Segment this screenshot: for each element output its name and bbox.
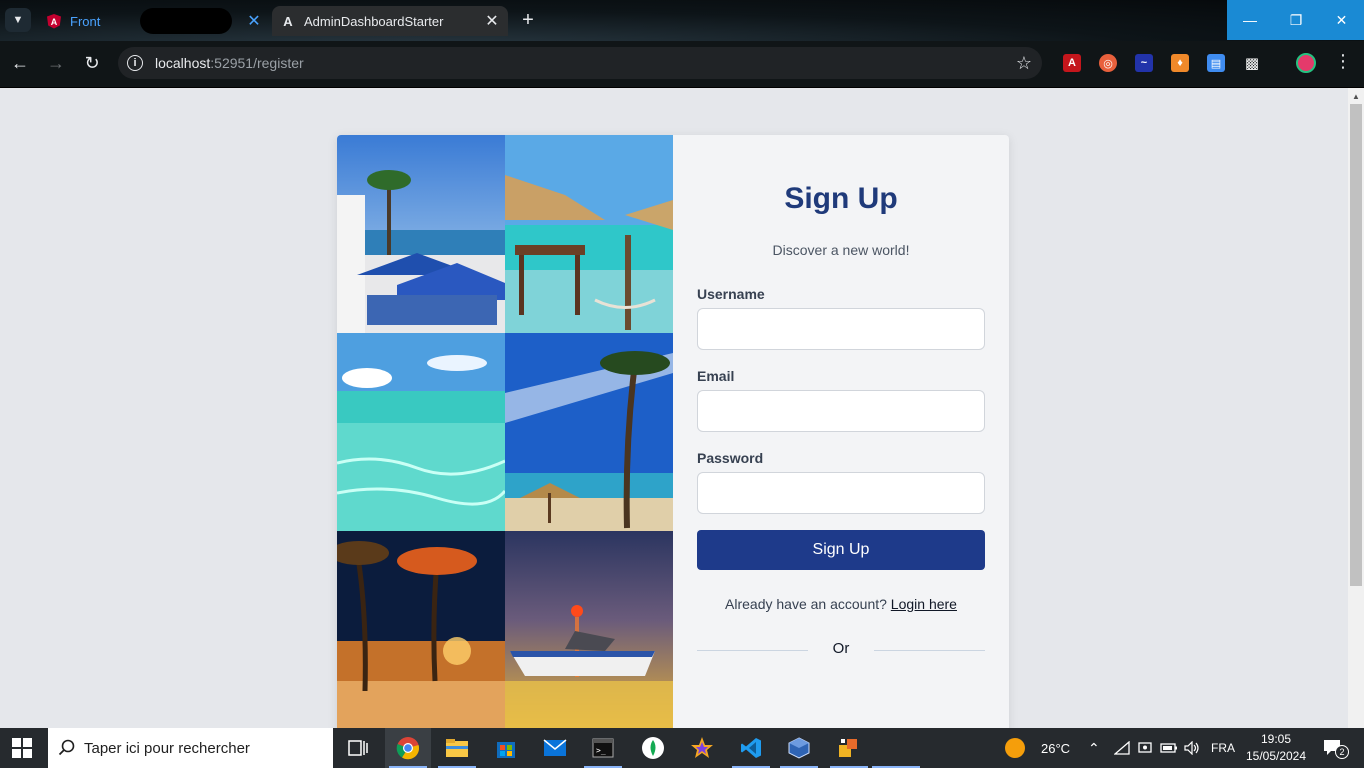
svg-text:A: A bbox=[283, 14, 293, 29]
profile-avatar-icon[interactable] bbox=[1296, 53, 1316, 73]
app-icon-toolbox[interactable] bbox=[826, 728, 872, 768]
display-icon[interactable] bbox=[1138, 728, 1152, 768]
notifications-icon[interactable]: 2 bbox=[1322, 738, 1349, 759]
browser-tab-bar: ▼ A Front ✕ A AdminDashboardStarter ✕ + … bbox=[0, 0, 1364, 41]
page-title: Sign Up bbox=[784, 182, 898, 215]
login-prompt: Already have an account? Login here bbox=[697, 596, 985, 612]
show-hidden-icons-chevron-icon[interactable]: ⌃ bbox=[1088, 728, 1100, 768]
input-language[interactable]: FRA bbox=[1211, 728, 1235, 768]
restore-window-icon[interactable]: ❐ bbox=[1273, 0, 1319, 40]
browser-toolbar: ← → ↻ i localhost:52951/register ☆ A ◎ ~… bbox=[0, 41, 1364, 88]
sun-weather-icon bbox=[1005, 738, 1025, 758]
system-clock[interactable]: 19:05 15/05/2024 bbox=[1242, 731, 1310, 765]
weather-widget[interactable]: 26°C bbox=[1005, 728, 1070, 768]
svg-text:>_: >_ bbox=[596, 746, 606, 755]
bookmark-star-icon[interactable]: ☆ bbox=[1016, 53, 1032, 74]
file-explorer-icon[interactable] bbox=[434, 728, 480, 768]
clear-water-photo bbox=[337, 333, 507, 531]
wave-extension-icon[interactable]: ~ bbox=[1135, 54, 1153, 72]
close-tab-icon[interactable]: ✕ bbox=[482, 11, 502, 31]
weather-temperature: 26°C bbox=[1041, 740, 1071, 756]
url-host: localhost bbox=[155, 55, 211, 71]
or-divider: Or bbox=[697, 640, 985, 660]
network-icon[interactable] bbox=[1114, 728, 1130, 768]
url-path: :52951/register bbox=[210, 55, 304, 71]
terminal-icon[interactable]: >_ bbox=[580, 728, 626, 768]
email-label: Email bbox=[697, 368, 735, 384]
browser-menu-icon[interactable]: ⋮ bbox=[1334, 51, 1352, 72]
minimize-window-icon[interactable]: — bbox=[1227, 0, 1273, 40]
divider-line-right bbox=[874, 650, 985, 651]
mongodb-compass-icon[interactable] bbox=[630, 728, 676, 768]
photo-gallery bbox=[337, 135, 673, 728]
angular-icon: A bbox=[280, 13, 296, 29]
target-extension-icon[interactable]: ◎ bbox=[1099, 54, 1117, 72]
volume-icon[interactable] bbox=[1184, 728, 1200, 768]
page-subtitle: Discover a new world! bbox=[772, 242, 910, 258]
harbor-cafe-photo bbox=[337, 135, 505, 333]
tab-title: AdminDashboardStarter bbox=[304, 13, 444, 29]
login-prompt-text: Already have an account? bbox=[725, 596, 887, 612]
vscode-icon[interactable] bbox=[728, 728, 774, 768]
palm-beach-photo bbox=[505, 333, 673, 531]
address-url[interactable]: localhost:52951/register bbox=[155, 55, 304, 71]
tab-overlay-blob bbox=[140, 8, 232, 34]
chrome-icon[interactable] bbox=[385, 728, 431, 768]
battery-icon[interactable] bbox=[1160, 728, 1178, 768]
search-icon bbox=[58, 739, 75, 756]
scrollbar-thumb[interactable] bbox=[1350, 104, 1362, 586]
sunset-boat-photo bbox=[505, 531, 673, 728]
close-window-icon[interactable]: ✕ bbox=[1319, 0, 1364, 40]
tab-admin-dashboard[interactable]: A AdminDashboardStarter ✕ bbox=[272, 6, 508, 36]
close-tab-icon[interactable]: ✕ bbox=[244, 11, 264, 31]
password-label: Password bbox=[697, 450, 764, 466]
new-tab-plus-icon[interactable]: + bbox=[516, 8, 540, 32]
clock-date: 15/05/2024 bbox=[1245, 749, 1307, 763]
site-info-icon[interactable]: i bbox=[127, 55, 143, 71]
scroll-up-arrow-icon[interactable]: ▲ bbox=[1352, 92, 1360, 101]
signup-card: Sign Up Discover a new world! Username E… bbox=[337, 135, 1009, 728]
username-input[interactable] bbox=[697, 308, 985, 350]
back-arrow-icon[interactable]: ← bbox=[8, 51, 32, 75]
windows-taskbar: Taper ici pour rechercher >_ 26°C ⌃ FRA … bbox=[0, 728, 1364, 768]
extensions-puzzle-icon[interactable]: ▩ bbox=[1243, 54, 1261, 72]
page-viewport: Sign Up Discover a new world! Username E… bbox=[0, 88, 1348, 728]
taskbar-extra-app[interactable] bbox=[872, 728, 920, 768]
beach-huts-photo bbox=[505, 135, 673, 333]
page-scrollbar[interactable]: ▲ bbox=[1348, 88, 1364, 728]
microsoft-store-icon[interactable] bbox=[483, 728, 529, 768]
fox-wallet-icon[interactable]: ♦ bbox=[1171, 54, 1189, 72]
windows-start-icon[interactable] bbox=[12, 738, 32, 758]
taskbar-search-box[interactable]: Taper ici pour rechercher bbox=[48, 728, 333, 768]
password-input[interactable] bbox=[697, 472, 985, 514]
pdf-extension-icon[interactable]: A bbox=[1063, 54, 1081, 72]
forward-arrow-icon[interactable]: → bbox=[44, 51, 68, 75]
clock-time: 19:05 bbox=[1260, 732, 1292, 746]
reload-icon[interactable]: ↻ bbox=[80, 51, 104, 75]
email-input[interactable] bbox=[697, 390, 985, 432]
notification-count: 2 bbox=[1335, 745, 1349, 759]
task-view-icon[interactable] bbox=[335, 728, 381, 768]
username-label: Username bbox=[697, 286, 765, 302]
address-bar[interactable]: i localhost:52951/register ☆ bbox=[118, 47, 1042, 79]
document-extension-icon[interactable]: ▤ bbox=[1207, 54, 1225, 72]
star-app-icon[interactable] bbox=[679, 728, 725, 768]
virtualbox-icon[interactable] bbox=[776, 728, 822, 768]
search-placeholder: Taper ici pour rechercher bbox=[84, 739, 250, 757]
login-link[interactable]: Login here bbox=[891, 596, 957, 612]
signup-button[interactable]: Sign Up bbox=[697, 530, 985, 570]
divider-text: Or bbox=[832, 640, 850, 657]
angular-icon: A bbox=[46, 13, 62, 29]
mail-icon[interactable] bbox=[532, 728, 578, 768]
svg-text:A: A bbox=[51, 17, 58, 27]
night-palms-photo bbox=[337, 531, 505, 728]
tab-search-dropdown-icon[interactable]: ▼ bbox=[5, 8, 31, 32]
